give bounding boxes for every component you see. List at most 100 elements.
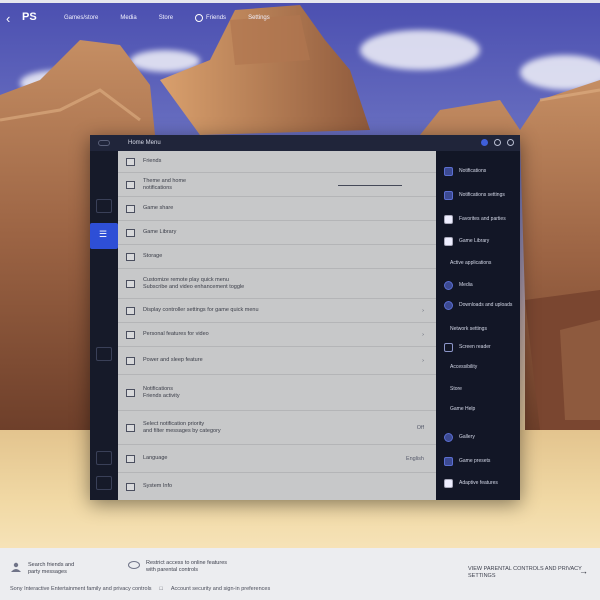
profile-icon[interactable] <box>481 139 488 146</box>
list-item[interactable]: Friends <box>118 151 436 173</box>
left-rail <box>90 151 118 500</box>
sidebar-item[interactable]: Accessibility <box>436 357 520 377</box>
row-label: Language <box>143 455 168 461</box>
person-icon <box>11 562 21 572</box>
list-item[interactable]: Power and sleep feature › <box>118 347 436 375</box>
nav-label: Media <box>120 15 137 21</box>
sidebar-label: Screen reader <box>459 344 491 350</box>
bottom-text: Search friends and party messages <box>28 562 75 575</box>
sidebar-item[interactable]: Game presets <box>436 451 520 471</box>
list-item[interactable]: Select notification priority and filter … <box>118 411 436 445</box>
star-icon <box>444 214 453 224</box>
list-item[interactable]: Notifications Friends activity <box>118 375 436 411</box>
sidebar-label: Network settings <box>450 326 487 332</box>
filter-icon <box>126 423 135 432</box>
sidebar-item[interactable]: Active applications <box>436 253 520 273</box>
sidebar-item[interactable]: Game Library <box>436 231 520 251</box>
settings-icon <box>444 190 453 200</box>
arrow-right-icon[interactable]: → <box>579 566 588 576</box>
row-label: Friends <box>143 158 162 164</box>
row-label: Select notification priority and filter … <box>143 420 221 434</box>
nav-item-settings[interactable]: Settings <box>248 15 270 21</box>
list-item[interactable]: Language English <box>118 445 436 473</box>
rail-button-home[interactable] <box>96 199 112 213</box>
adaptive-icon <box>444 478 453 488</box>
sidebar-item[interactable]: Media <box>436 275 520 295</box>
bottom-text: Restrict access to online features with … <box>146 560 228 573</box>
sidebar-item[interactable]: Game Help <box>436 399 520 419</box>
row-label: Customize remote play quick menu Subscri… <box>143 276 245 290</box>
parental-controls-link[interactable]: Restrict access to online features with … <box>128 560 227 574</box>
library-icon <box>444 236 453 246</box>
search-icon[interactable] <box>494 139 501 146</box>
sidebar-item[interactable]: Gallery <box>436 427 520 447</box>
row-label: Personal features for video <box>143 331 209 337</box>
footer-text: Sony Interactive Entertainment family an… <box>10 586 152 592</box>
top-navigation-bar: ‹ PS Games/store Media Store Friends Set… <box>0 0 600 36</box>
list-item[interactable]: System Info <box>118 473 436 500</box>
dialog-header: Home Menu <box>90 135 520 151</box>
rail-button-settings[interactable] <box>96 451 112 465</box>
search-friends-link[interactable]: Search friends and party messages <box>10 562 74 576</box>
list-item[interactable]: Personal features for video › <box>118 323 436 347</box>
gear-icon[interactable] <box>507 139 514 146</box>
presets-icon <box>444 456 453 466</box>
toggle-state[interactable]: Off <box>417 425 424 431</box>
list-item[interactable]: Storage <box>118 245 436 269</box>
download-icon <box>444 300 453 310</box>
sidebar-item[interactable]: Favorites and parties <box>436 209 520 229</box>
list-item[interactable]: Game Library <box>118 221 436 245</box>
sidebar-label: Downloads and uploads <box>459 302 513 308</box>
list-item[interactable]: Customize remote play quick menu Subscri… <box>118 269 436 299</box>
sidebar-item[interactable]: Network settings <box>436 319 520 339</box>
nav-item-friends[interactable]: Friends <box>195 14 226 22</box>
controller-icon <box>98 140 110 146</box>
footer-text: Account security and sign-in preferences <box>170 586 271 592</box>
nav-label: Friends <box>206 15 227 21</box>
rail-button-media[interactable] <box>96 347 112 361</box>
sidebar-label: Adaptive features <box>459 480 498 486</box>
list-item[interactable]: Display controller settings for game qui… <box>118 299 436 323</box>
bottom-bar: Search friends and party messages Restri… <box>0 548 600 600</box>
sidebar-item[interactable]: Store <box>436 379 520 399</box>
rail-button-power[interactable] <box>96 476 112 490</box>
row-label: System Info <box>143 483 173 489</box>
playstation-logo[interactable]: PS <box>22 11 42 25</box>
sidebar-item[interactable]: Downloads and uploads <box>436 295 520 315</box>
language-value[interactable]: English <box>406 456 424 462</box>
slider-track[interactable] <box>338 184 402 186</box>
list-item[interactable]: Theme and home notifications <box>118 173 436 197</box>
nav-item-games[interactable]: Games/store <box>64 15 98 21</box>
header-icons <box>481 139 514 146</box>
friends-icon <box>126 157 135 166</box>
sidebar-label: Accessibility <box>450 364 478 370</box>
sidebar-label: Game presets <box>459 458 491 464</box>
theme-icon <box>126 180 135 189</box>
nav-item-media[interactable]: Media <box>120 15 136 21</box>
sidebar-label: Media <box>459 282 473 288</box>
bell-icon <box>444 166 453 176</box>
chevron-right-icon: › <box>422 357 424 364</box>
rail-button-menu[interactable] <box>90 223 118 249</box>
bell-icon <box>126 388 135 397</box>
share-icon <box>126 204 135 213</box>
sidebar-item[interactable]: Screen reader <box>436 337 520 357</box>
sidebar-label: Notifications <box>459 168 487 174</box>
storage-icon <box>126 252 135 261</box>
bottom-footer: Sony Interactive Entertainment family an… <box>10 586 270 592</box>
chevron-left-icon[interactable]: ‹ <box>6 11 22 26</box>
list-item[interactable]: Game share <box>118 197 436 221</box>
sidebar-label: Gallery <box>459 434 475 440</box>
quick-sidebar: Notifications Notifications settings Fav… <box>436 151 520 500</box>
sidebar-label: Active applications <box>450 260 492 266</box>
chevron-right-icon: › <box>422 307 424 314</box>
nav-item-store[interactable]: Store <box>159 15 173 21</box>
screen-reader-icon <box>444 342 453 352</box>
controller-icon <box>126 306 135 315</box>
sidebar-item[interactable]: Notifications <box>436 161 520 181</box>
nav-label: Settings <box>248 15 270 21</box>
dialog-title: Home Menu <box>128 140 161 146</box>
sidebar-item[interactable]: Notifications settings <box>436 185 520 205</box>
sidebar-item[interactable]: Adaptive features <box>436 473 520 493</box>
video-icon <box>126 330 135 339</box>
